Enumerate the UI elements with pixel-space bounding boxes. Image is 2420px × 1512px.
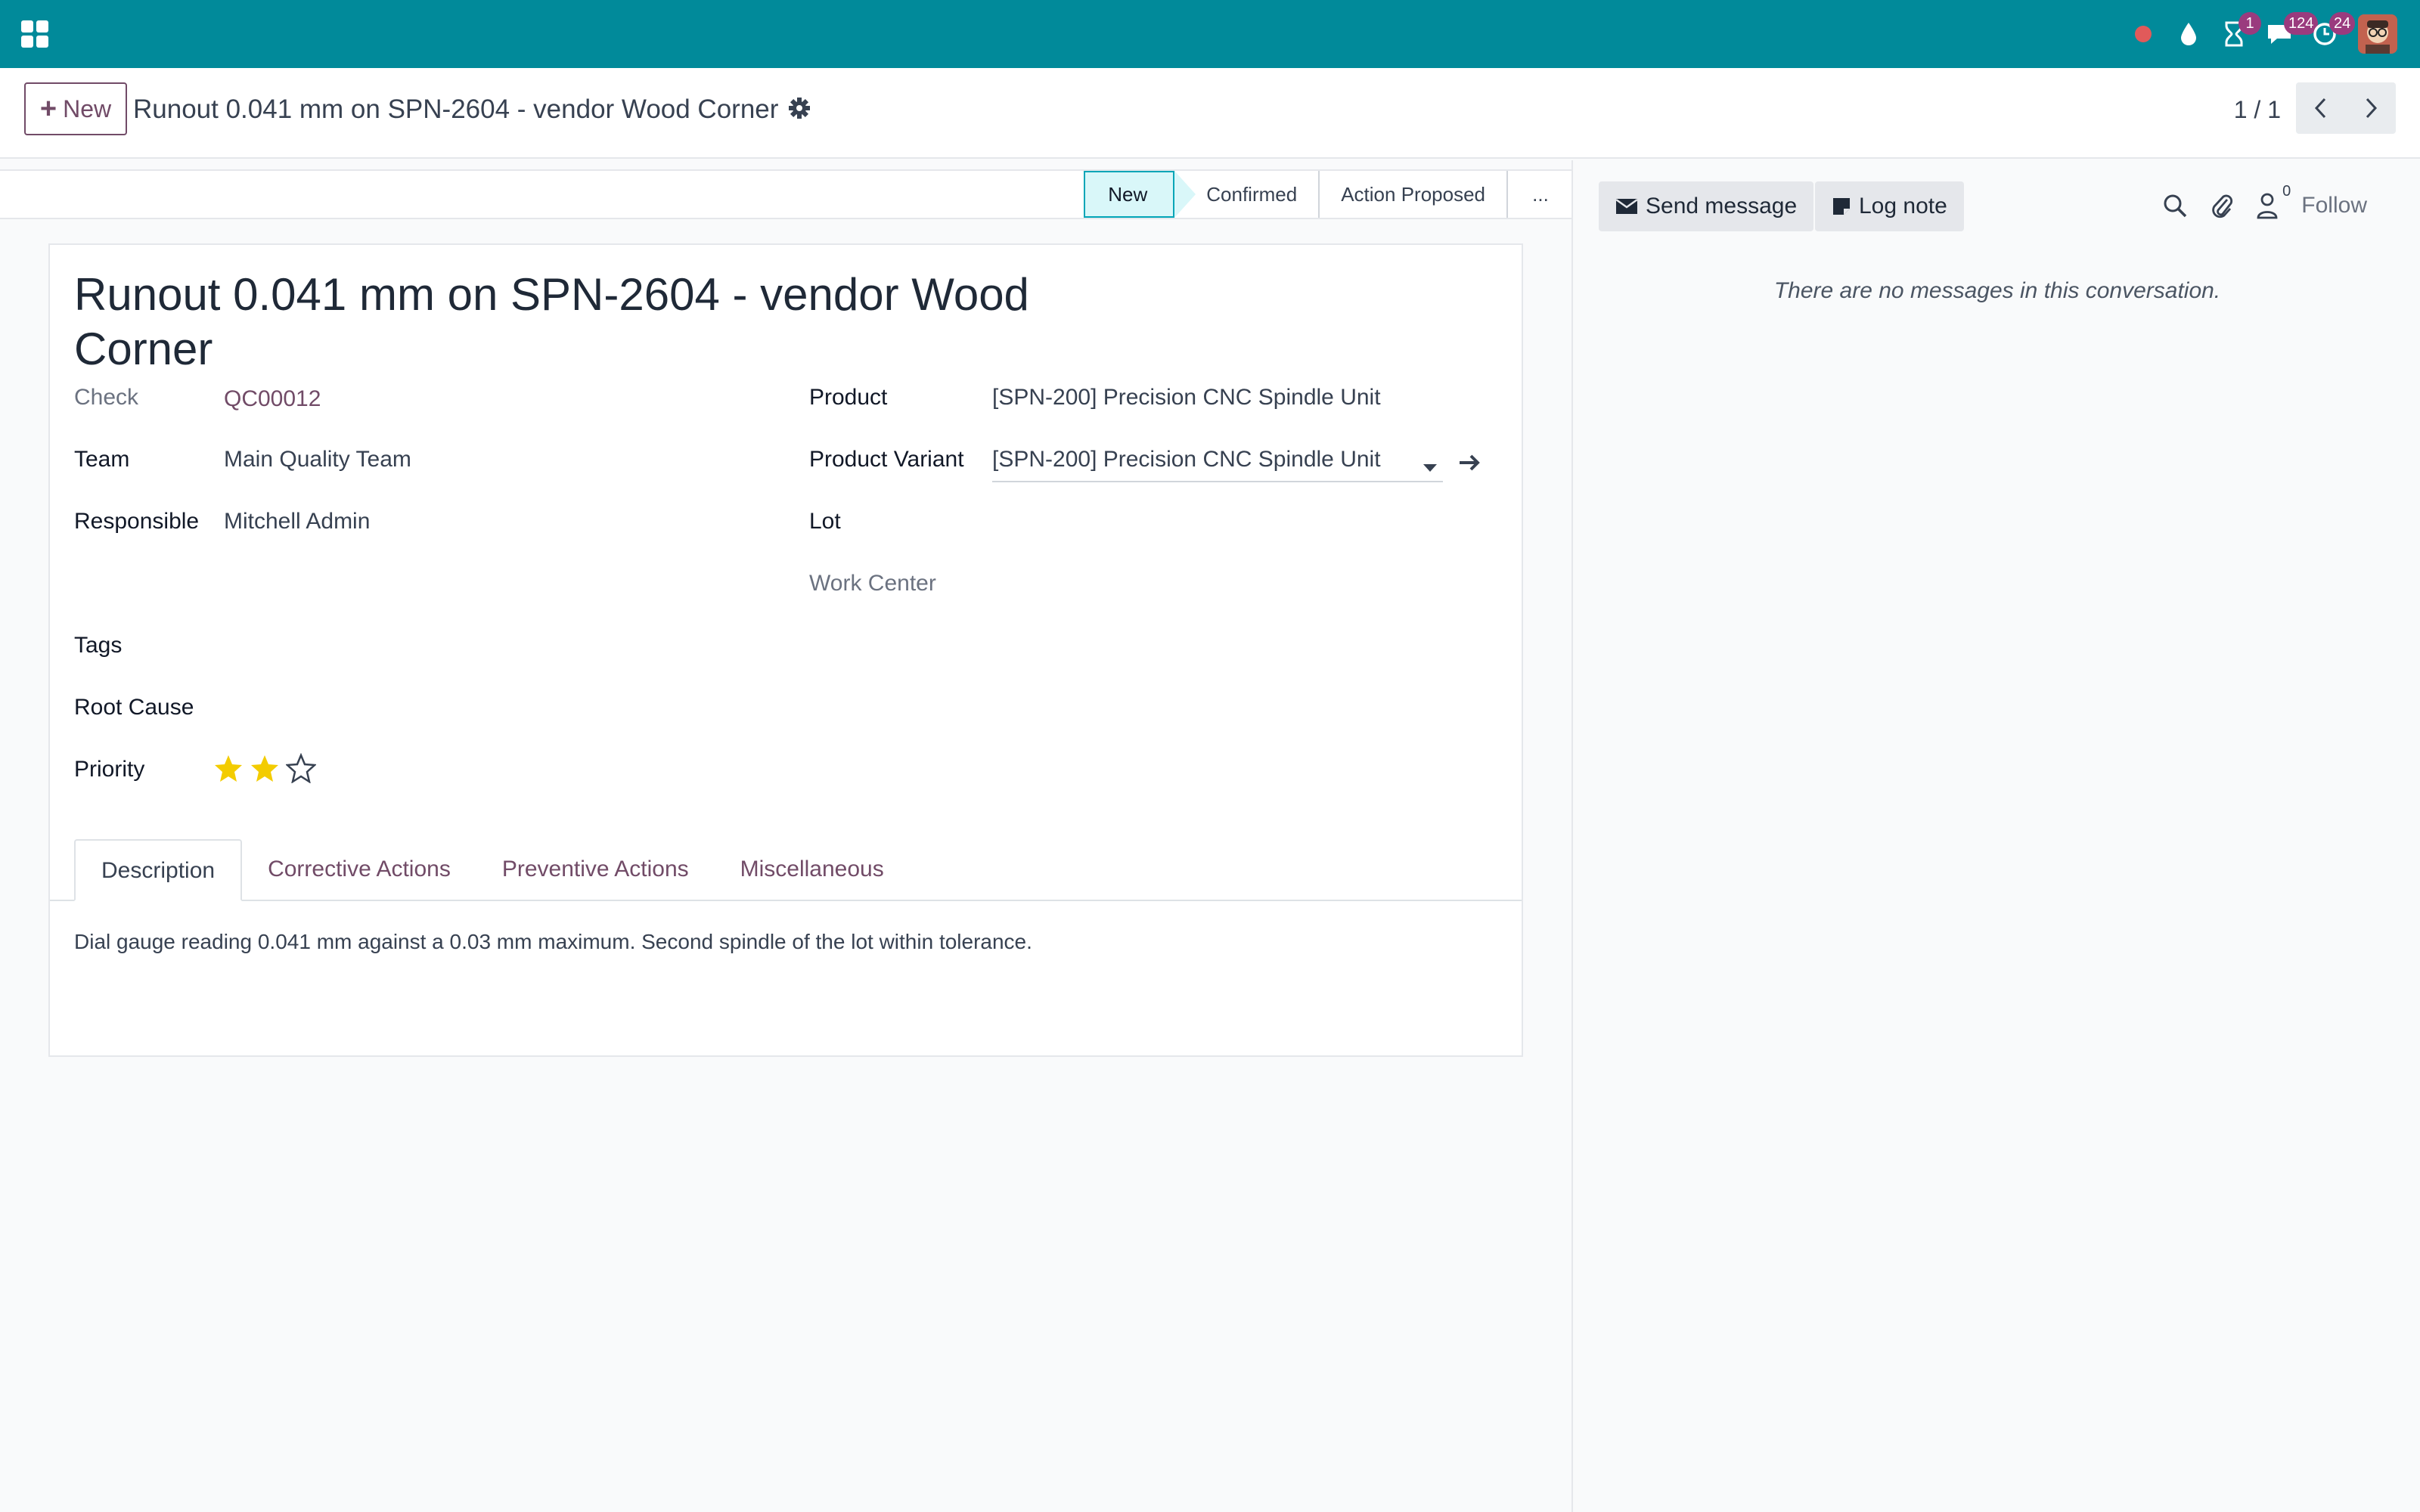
check-value-link[interactable]: QC00012 xyxy=(224,384,321,414)
work-center-label: Work Center xyxy=(809,571,936,596)
log-note-label: Log note xyxy=(1859,194,1947,218)
new-record-button[interactable]: + New xyxy=(24,82,127,135)
chatter-topbar-actions: 0 Follow xyxy=(2162,183,2367,228)
empty-conversation-text: There are no messages in this conversati… xyxy=(1773,278,2221,303)
send-message-label: Send message xyxy=(1646,194,1798,218)
follow-button[interactable]: Follow xyxy=(2301,193,2367,218)
paperclip-icon[interactable] xyxy=(2211,192,2233,219)
priority-stars xyxy=(213,753,316,783)
user-avatar[interactable] xyxy=(2358,14,2397,54)
star-icon[interactable] xyxy=(213,753,244,783)
team-field[interactable]: Main Quality Team xyxy=(224,445,411,475)
form-view: New Confirmed Action Proposed ... Runout… xyxy=(0,160,1573,1512)
notebook-tabs: Description Corrective Actions Preventiv… xyxy=(74,839,910,901)
plus-icon: + xyxy=(39,93,57,125)
record-icon[interactable] xyxy=(2121,0,2166,68)
stage-new[interactable]: New xyxy=(1084,171,1196,218)
navbar-systray: 1 124 24 xyxy=(2121,0,2397,68)
top-navbar: 1 124 24 xyxy=(0,0,2420,68)
updates-badge: 24 xyxy=(2329,12,2356,35)
star-icon[interactable] xyxy=(250,753,280,783)
tab-description[interactable]: Description xyxy=(74,839,243,901)
chevron-left-icon xyxy=(2314,98,2326,119)
control-panel: + New Runout 0.041 mm on SPN-2604 - vend… xyxy=(0,68,2420,159)
team-label: Team xyxy=(74,447,130,472)
check-label: Check xyxy=(74,385,139,410)
breadcrumb-title: Runout 0.041 mm on SPN-2604 - vendor Woo… xyxy=(133,94,779,124)
send-message-button[interactable]: Send message xyxy=(1599,181,1814,231)
responsible-label: Responsible xyxy=(74,509,200,534)
priority-label: Priority xyxy=(74,757,145,782)
pager-value[interactable]: 1 / 1 xyxy=(2234,91,2281,129)
log-note-button[interactable]: Log note xyxy=(1815,181,1964,231)
stage-more-button[interactable]: ... xyxy=(1508,171,1573,218)
chevron-down-icon[interactable] xyxy=(1423,464,1437,472)
stage-action-proposed[interactable]: Action Proposed xyxy=(1320,171,1508,218)
lot-label: Lot xyxy=(809,509,841,534)
note-icon xyxy=(1833,198,1850,215)
product-field[interactable]: [SPN-200] Precision CNC Spindle Unit xyxy=(992,383,1381,413)
stage-list: New Confirmed Action Proposed ... xyxy=(1084,171,1573,218)
messages-icon[interactable]: 124 xyxy=(2257,0,2319,68)
updates-clock-icon[interactable]: 24 xyxy=(2302,0,2356,68)
arrow-right-icon[interactable] xyxy=(1457,449,1484,476)
followers-button[interactable]: 0 xyxy=(2256,183,2291,219)
root-cause-label: Root Cause xyxy=(74,695,194,720)
tags-label: Tags xyxy=(74,633,123,658)
product-label: Product xyxy=(809,385,888,410)
search-icon[interactable] xyxy=(2162,193,2188,218)
user-icon xyxy=(2257,193,2278,219)
tab-miscellaneous[interactable]: Miscellaneous xyxy=(715,839,910,901)
status-bar: New Confirmed Action Proposed ... xyxy=(0,169,1573,219)
description-text[interactable]: Dial gauge reading 0.041 mm against a 0.… xyxy=(74,927,1032,957)
tab-preventive-actions[interactable]: Preventive Actions xyxy=(476,839,715,901)
drop-icon[interactable] xyxy=(2166,0,2211,68)
star-outline-icon[interactable] xyxy=(286,753,316,783)
gear-icon[interactable] xyxy=(786,95,812,121)
apps-menu-icon[interactable] xyxy=(21,20,48,48)
responsible-field[interactable]: Mitchell Admin xyxy=(224,507,370,537)
tab-corrective-actions[interactable]: Corrective Actions xyxy=(242,839,476,901)
product-variant-value: [SPN-200] Precision CNC Spindle Unit xyxy=(992,447,1381,472)
product-variant-label: Product Variant xyxy=(809,447,964,472)
pager-next-button[interactable] xyxy=(2346,82,2396,134)
activities-hourglass-icon[interactable]: 1 xyxy=(2211,0,2261,68)
envelope-icon xyxy=(1615,198,1638,214)
chatter-panel: Send message Log note 0 Follow There are… xyxy=(1571,160,2420,1512)
record-title[interactable]: Runout 0.041 mm on SPN-2604 - vendor Woo… xyxy=(74,268,1118,376)
chevron-right-icon xyxy=(2366,98,2378,119)
form-sheet: Runout 0.041 mm on SPN-2604 - vendor Woo… xyxy=(48,243,1523,1057)
pager-previous-button[interactable] xyxy=(2296,82,2346,134)
new-button-label: New xyxy=(63,94,112,122)
followers-count: 0 xyxy=(2282,183,2291,200)
stage-confirmed[interactable]: Confirmed xyxy=(1185,171,1320,218)
